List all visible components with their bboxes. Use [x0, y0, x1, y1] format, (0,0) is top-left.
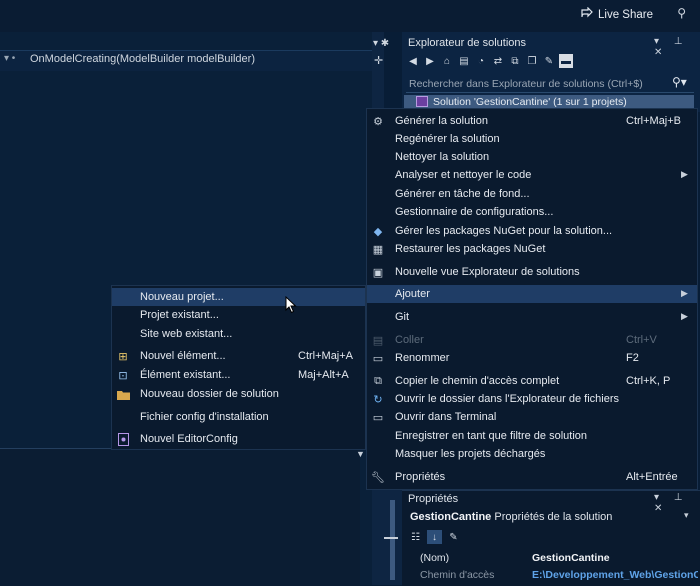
submenu-item-installation-config[interactable]: Fichier config d'installation	[112, 408, 365, 426]
menu-item-properties[interactable]: 🔧︎ Propriétés Alt+Entrée	[367, 468, 697, 486]
method-selector[interactable]: OnModelCreating(ModelBuilder modelBuilde…	[30, 53, 255, 65]
copy-icon: ⧉	[374, 374, 382, 387]
property-pages-icon[interactable]: ✎	[446, 530, 461, 544]
live-share-button[interactable]: Live Share	[580, 6, 653, 22]
property-key: Chemin d'accès	[420, 569, 495, 581]
menu-item-add[interactable]: Ajouter ▶	[367, 285, 697, 303]
feedback-icon[interactable]: ⚲	[677, 6, 686, 20]
submenu-item-new-item[interactable]: ⊞ Nouvel élément... Ctrl+Maj+A	[112, 347, 365, 365]
pending-changes-icon[interactable]: ◔	[474, 54, 488, 68]
refresh-icon: ↻	[373, 393, 383, 406]
properties-scrollbar[interactable]	[390, 500, 395, 580]
menu-item-configuration-manager[interactable]: Gestionnaire de configurations...	[367, 203, 697, 221]
submenu-item-new-project[interactable]: Nouveau projet...	[112, 288, 365, 306]
build-icon: ⚙	[373, 115, 383, 128]
properties-title: Propriétés	[408, 493, 459, 505]
show-files-icon[interactable]: ❐	[525, 54, 539, 68]
panel-controls[interactable]: ▾ ⊥ ✕	[654, 36, 700, 58]
switch-view-icon[interactable]: ▤	[457, 54, 471, 68]
scroll-down-icon[interactable]: ▼	[356, 449, 365, 459]
submenu-item-existing-website[interactable]: Site web existant...	[112, 325, 365, 343]
search-placeholder: Rechercher dans Explorateur de solutions…	[409, 78, 643, 90]
solution-explorer-toolbar: ◀ ▶ ⌂ ▤ ◔ ⇄ ⧉ ❐ ✎ ▬	[406, 54, 573, 68]
property-value[interactable]: GestionCantine	[532, 552, 610, 564]
folder-icon	[116, 387, 130, 401]
property-key: (Nom)	[420, 552, 450, 564]
panel-controls[interactable]: ▾ ⊥ ✕	[654, 492, 700, 514]
paste-icon: ▤	[372, 334, 384, 347]
forward-icon[interactable]: ▶	[423, 54, 437, 68]
collapse-handle[interactable]	[384, 537, 398, 539]
alphabetical-icon[interactable]: ↓	[427, 530, 442, 544]
mouse-cursor-icon	[285, 295, 297, 317]
home-icon[interactable]: ⌂	[440, 54, 454, 68]
menu-item-hide-unloaded[interactable]: Masquer les projets déchargés	[367, 445, 697, 463]
dropdown-arrow-icon[interactable]: ▾ •	[4, 53, 15, 64]
split-icon[interactable]: ✛	[374, 54, 383, 67]
property-value[interactable]: E:\Developpement_Web\GestionC	[532, 569, 698, 581]
solution-item-label: Solution 'GestionCantine' (1 sur 1 proje…	[433, 96, 627, 108]
submenu-item-new-solution-folder[interactable]: Nouveau dossier de solution	[112, 385, 365, 403]
menu-item-copy-full-path[interactable]: ⧉ Copier le chemin d'accès complet Ctrl+…	[367, 372, 697, 390]
properties-object-selector[interactable]: GestionCantine Propriétés de la solution	[410, 511, 612, 523]
submenu-arrow-icon: ▶	[681, 169, 688, 179]
add-submenu: Nouveau projet... Projet existant... Sit…	[111, 285, 366, 450]
solution-explorer-title: Explorateur de solutions	[408, 37, 527, 49]
restore-icon: ▦	[372, 243, 384, 256]
menu-item-restore-nuget[interactable]: ▦ Restaurer les packages NuGet	[367, 240, 697, 258]
menu-item-open-terminal[interactable]: ▭ Ouvrir dans Terminal	[367, 408, 697, 426]
sync-icon[interactable]: ⇄	[491, 54, 505, 68]
menu-item-manage-nuget[interactable]: ◆ Gérer les packages NuGet pour la solut…	[367, 222, 697, 240]
object-name: GestionCantine	[410, 511, 492, 523]
submenu-item-existing-item[interactable]: ⊡ Élément existant... Maj+Alt+A	[112, 366, 365, 384]
terminal-icon: ▭	[372, 411, 384, 424]
menu-item-new-explorer-view[interactable]: ▣ Nouvelle vue Explorateur de solutions	[367, 263, 697, 281]
submenu-item-existing-project[interactable]: Projet existant...	[112, 306, 365, 324]
output-panel	[0, 448, 360, 586]
categorized-icon[interactable]: ☷	[408, 530, 423, 544]
menu-item-save-filter[interactable]: Enregistrer en tant que filtre de soluti…	[367, 427, 697, 445]
collapse-all-icon[interactable]: ⧉	[508, 54, 522, 68]
menu-item-rebuild-solution[interactable]: Regénérer la solution	[367, 130, 697, 148]
submenu-arrow-icon: ▶	[681, 311, 688, 321]
menu-item-paste[interactable]: ▤ Coller Ctrl+V	[367, 331, 697, 349]
solution-icon	[416, 96, 428, 107]
context-menu: ⚙ Générer la solution Ctrl+Maj+B Regénér…	[366, 108, 698, 490]
preview-icon[interactable]: ▬	[559, 54, 573, 68]
menu-item-rename[interactable]: ▭ Renommer F2	[367, 349, 697, 367]
menu-item-open-in-explorer[interactable]: ↻ Ouvrir le dossier dans l'Explorateur d…	[367, 390, 697, 408]
menu-item-git[interactable]: Git ▶	[367, 308, 697, 326]
wrench-icon: 🔧︎	[371, 471, 385, 484]
new-item-icon: ⊞	[118, 350, 128, 363]
settings-icon[interactable]: ▾ ✱	[373, 38, 389, 49]
wrench-icon[interactable]: ✎	[542, 54, 556, 68]
editorconfig-icon	[116, 432, 130, 446]
nuget-icon: ◆	[373, 225, 383, 238]
live-share-label: Live Share	[598, 8, 653, 21]
rename-icon: ▭	[372, 352, 384, 365]
properties-toolbar: ☷ ↓ ✎	[408, 530, 461, 544]
menu-item-build-solution[interactable]: ⚙ Générer la solution Ctrl+Maj+B	[367, 112, 697, 130]
menu-item-background-build[interactable]: Générer en tâche de fond...	[367, 185, 697, 203]
back-icon[interactable]: ◀	[406, 54, 420, 68]
menu-item-clean-solution[interactable]: Nettoyer la solution	[367, 148, 697, 166]
existing-item-icon: ⊡	[118, 369, 128, 382]
search-icon[interactable]: ⚲▾	[672, 75, 687, 89]
live-share-icon	[580, 6, 593, 22]
submenu-arrow-icon: ▶	[681, 288, 688, 298]
new-view-icon: ▣	[372, 266, 384, 279]
submenu-item-new-editorconfig[interactable]: Nouvel EditorConfig	[112, 430, 365, 448]
object-type: Propriétés de la solution	[494, 511, 613, 523]
menu-item-analyze-code[interactable]: Analyser et nettoyer le code ▶	[367, 166, 697, 184]
chevron-down-icon[interactable]: ▾	[684, 510, 689, 521]
